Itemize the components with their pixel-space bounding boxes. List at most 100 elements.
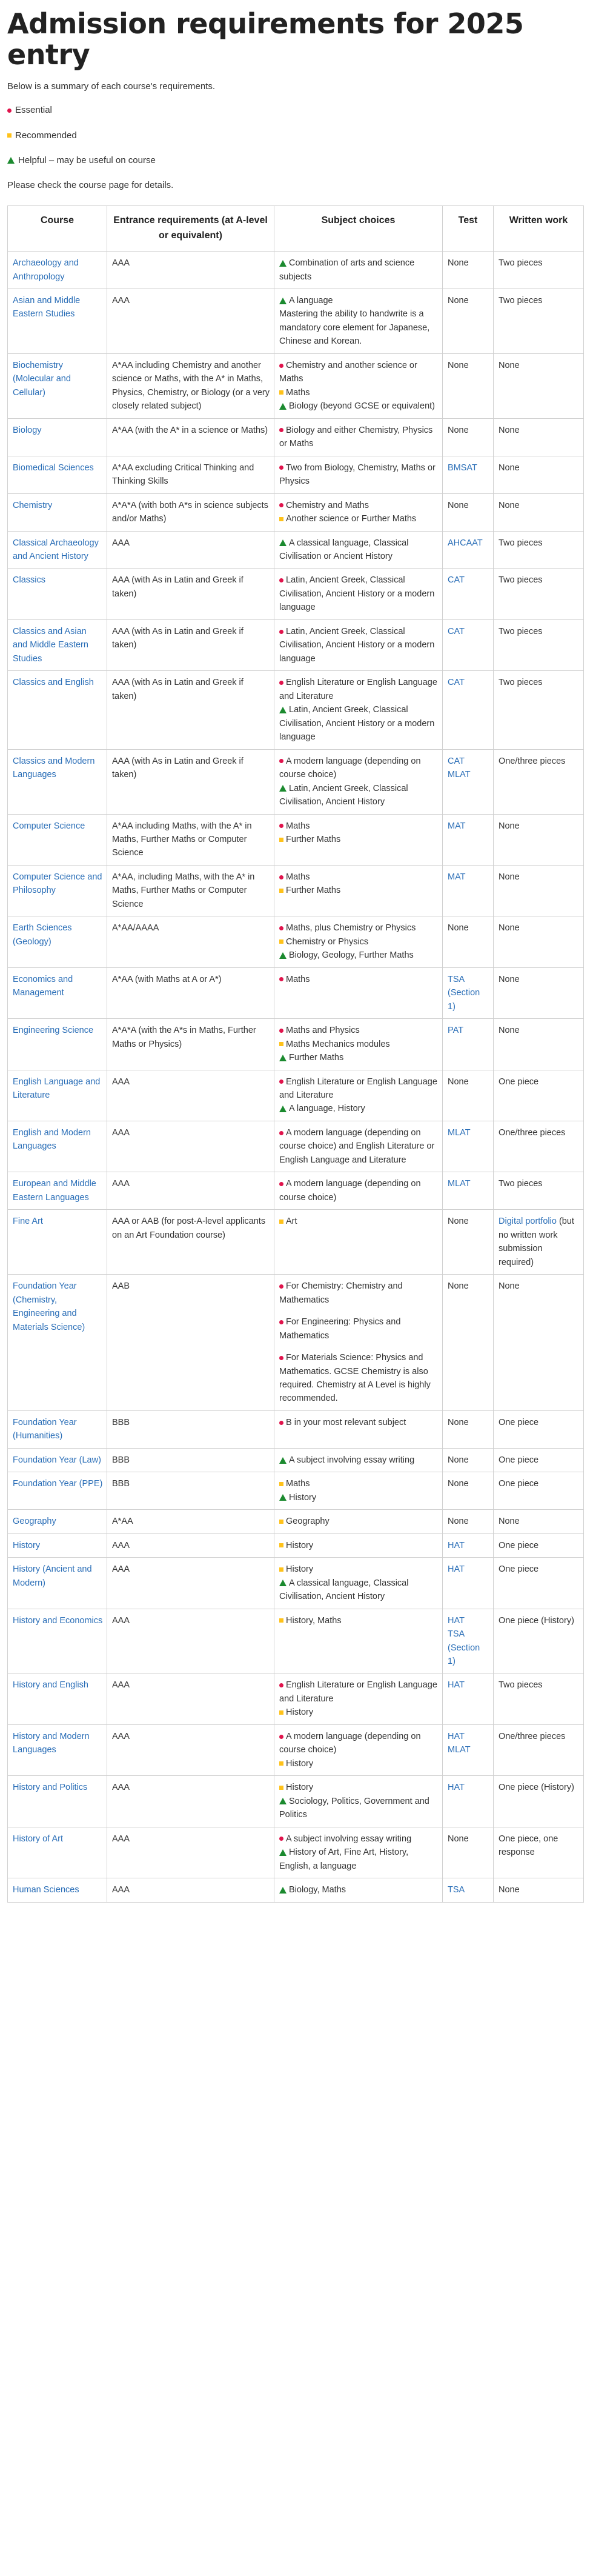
subject-choices-cell: Maths, plus Chemistry or Physics Chemistr… xyxy=(274,916,443,968)
course-link[interactable]: Engineering Science xyxy=(13,1026,93,1035)
test-link[interactable]: TSA (Section 1) xyxy=(448,1627,489,1668)
subject-text: A modern language (depending on course c… xyxy=(279,1731,421,1755)
course-link[interactable]: History of Art xyxy=(13,1834,63,1844)
written-work-cell: None xyxy=(493,418,584,456)
course-link[interactable]: Computer Science xyxy=(13,821,85,831)
course-link[interactable]: History and Modern Languages xyxy=(13,1732,90,1755)
table-row: English and Modern Languages AAA A modern … xyxy=(7,1120,584,1173)
written-work-text: One piece, one response xyxy=(499,1834,558,1858)
written-work-cell: One/three pieces xyxy=(493,1120,584,1173)
test-link[interactable]: MLAT xyxy=(448,768,489,781)
helpful-triangle-icon xyxy=(279,1054,287,1061)
header-test: Test xyxy=(442,205,494,252)
test-link[interactable]: CAT xyxy=(448,676,489,689)
course-link[interactable]: Computer Science and Philosophy xyxy=(13,872,102,895)
written-work-cell: Two pieces xyxy=(493,670,584,750)
essential-dot-icon xyxy=(279,1355,283,1360)
subject-item: Mastering the ability to handwrite is a … xyxy=(279,307,439,348)
subject-choices-cell: A modern language (depending on course c… xyxy=(274,749,443,815)
test-link[interactable]: CAT xyxy=(448,755,489,768)
subject-choices-cell: Chemistry and Maths Another science or Fu… xyxy=(274,493,443,532)
course-link[interactable]: Archaeology and Anthropology xyxy=(13,258,79,281)
subject-text: History xyxy=(286,1783,314,1793)
course-link[interactable]: Classics xyxy=(13,575,45,585)
course-link[interactable]: History and English xyxy=(13,1680,88,1690)
subject-text: Further Maths xyxy=(286,834,341,844)
course-link[interactable]: Earth Sciences (Geology) xyxy=(13,923,72,946)
course-link[interactable]: Classics and Modern Languages xyxy=(13,756,94,779)
course-link[interactable]: Geography xyxy=(13,1517,56,1526)
test-cell: AHCAAT xyxy=(442,530,494,569)
course-link[interactable]: Fine Art xyxy=(13,1216,43,1226)
subject-choices-cell: Biology, Maths xyxy=(274,1878,443,1903)
course-link[interactable]: Foundation Year (Humanities) xyxy=(13,1418,77,1441)
course-link[interactable]: Asian and Middle Eastern Studies xyxy=(13,296,80,319)
test-link[interactable]: AHCAAT xyxy=(448,536,489,550)
course-link[interactable]: English and Modern Languages xyxy=(13,1128,91,1151)
test-cell: None xyxy=(442,1410,494,1449)
test-link[interactable]: HAT xyxy=(448,1539,489,1552)
course-link[interactable]: History (Ancient and Modern) xyxy=(13,1564,92,1587)
course-link[interactable]: Foundation Year (Chemistry, Engineering … xyxy=(13,1281,85,1332)
test-link[interactable]: MAT xyxy=(448,819,489,833)
test-link[interactable]: MAT xyxy=(448,870,489,884)
subject-item: History, Maths xyxy=(279,1614,439,1627)
page-title: Admission requirements for 2025 entry xyxy=(7,7,524,71)
course-link[interactable]: History xyxy=(13,1541,40,1550)
test-link[interactable]: MLAT xyxy=(448,1177,489,1190)
course-link[interactable]: Human Sciences xyxy=(13,1885,79,1895)
subject-text: B in your most relevant subject xyxy=(286,1417,406,1427)
course-link[interactable]: Biochemistry (Molecular and Cellular) xyxy=(13,361,71,398)
course-link[interactable]: European and Middle Eastern Languages xyxy=(13,1179,96,1202)
subject-text: For Chemistry: Chemistry and Mathematics xyxy=(279,1281,403,1305)
subject-item: A classical language, Classical Civilisa… xyxy=(279,536,439,564)
course-link[interactable]: Biology xyxy=(13,425,42,435)
written-work-text: One/three pieces xyxy=(499,1127,566,1138)
test-link[interactable]: HAT xyxy=(448,1563,489,1576)
course-link[interactable]: Classics and Asian and Middle Eastern St… xyxy=(13,627,88,664)
portfolio-link[interactable]: Digital portfolio xyxy=(499,1216,557,1226)
course-link[interactable]: Classics and English xyxy=(13,678,94,687)
subject-item: Maths xyxy=(279,819,439,833)
test-link[interactable]: HAT xyxy=(448,1678,489,1692)
test-link[interactable]: CAT xyxy=(448,625,489,638)
test-cell: HAT TSA (Section 1) xyxy=(442,1608,494,1674)
course-cell: Biochemistry (Molecular and Cellular) xyxy=(7,353,107,419)
written-work-cell: None xyxy=(493,967,584,1019)
course-link[interactable]: Economics and Management xyxy=(13,975,73,998)
course-link[interactable]: English Language and Literature xyxy=(13,1077,100,1100)
entrance-requirement-cell: AAA xyxy=(107,1557,274,1609)
test-link[interactable]: CAT xyxy=(448,573,489,587)
course-link[interactable]: Classical Archaeology and Ancient Histor… xyxy=(13,538,99,561)
course-link[interactable]: History and Politics xyxy=(13,1783,87,1792)
subject-item: A subject involving essay writing xyxy=(279,1453,439,1467)
test-link[interactable]: HAT xyxy=(448,1781,489,1794)
test-link[interactable]: MLAT xyxy=(448,1743,489,1757)
entrance-requirement-cell: AAA (with As in Latin and Greek if taken… xyxy=(107,568,274,620)
test-link[interactable]: HAT xyxy=(448,1614,489,1627)
written-work-cell: None xyxy=(493,1509,584,1534)
legend-helpful: Helpful – may be useful on course xyxy=(7,153,583,167)
entrance-requirement-cell: A*AA including Maths, with the A* in Mat… xyxy=(107,813,274,866)
table-row: Foundation Year (PPE) BBB Maths History None… xyxy=(7,1472,584,1510)
test-link[interactable]: MLAT xyxy=(448,1126,489,1140)
course-link[interactable]: Foundation Year (PPE) xyxy=(13,1479,102,1489)
test-link[interactable]: TSA xyxy=(448,1883,489,1897)
test-cell: CAT xyxy=(442,619,494,672)
test-link[interactable]: BMSAT xyxy=(448,461,489,475)
course-link[interactable]: Foundation Year (Law) xyxy=(13,1455,101,1465)
subject-item: Maths Mechanics modules xyxy=(279,1038,439,1051)
written-work-cell: None xyxy=(493,813,584,866)
test-link[interactable]: TSA (Section 1) xyxy=(448,973,489,1013)
course-cell: Economics and Management xyxy=(7,967,107,1019)
written-work-cell: One piece xyxy=(493,1069,584,1121)
test-link[interactable]: HAT xyxy=(448,1730,489,1743)
subject-item: A modern language (depending on course c… xyxy=(279,755,439,782)
course-link[interactable]: Chemistry xyxy=(13,501,52,510)
written-work-text: One/three pieces xyxy=(499,1731,566,1741)
written-work-cell: One piece xyxy=(493,1557,584,1609)
test-link[interactable]: PAT xyxy=(448,1024,489,1037)
test-cell: CAT MLAT xyxy=(442,749,494,815)
course-link[interactable]: Biomedical Sciences xyxy=(13,463,94,473)
course-link[interactable]: History and Economics xyxy=(13,1616,102,1626)
